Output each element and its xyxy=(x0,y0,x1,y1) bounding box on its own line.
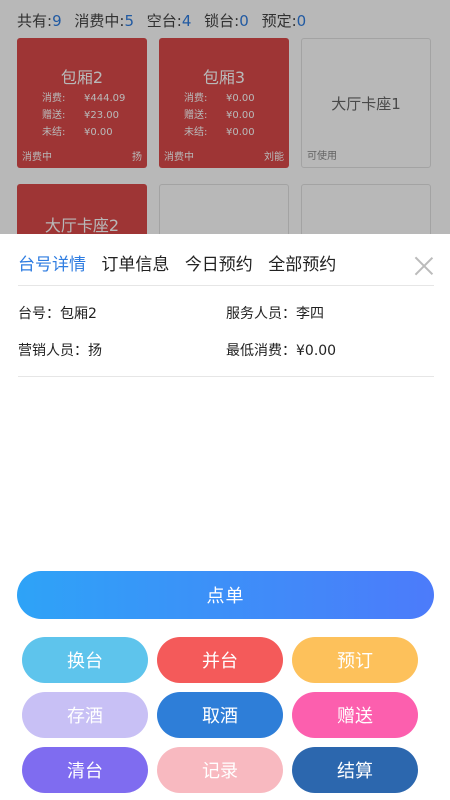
reserve-button[interactable]: 预订 xyxy=(292,637,418,683)
checkout-button[interactable]: 结算 xyxy=(292,747,418,793)
tab-order-info[interactable]: 订单信息 xyxy=(101,250,169,275)
table-detail-sheet: 台号详情 订单信息 今日预约 全部预约 台号：包厢2 服务人员：李四 营销人员：… xyxy=(0,234,450,800)
server-staff: 服务人员：李四 xyxy=(226,306,324,322)
marketing-staff: 营销人员：扬 xyxy=(18,343,102,359)
minimum-spend: 最低消费：¥0.00 xyxy=(226,343,337,359)
tab-table-details[interactable]: 台号详情 xyxy=(18,250,86,275)
change-table-button[interactable]: 换台 xyxy=(22,637,148,683)
records-button[interactable]: 记录 xyxy=(157,747,283,793)
gift-button[interactable]: 赠送 xyxy=(292,692,418,738)
detail-tabs: 台号详情 订单信息 今日预约 全部预约 xyxy=(18,250,346,275)
merge-table-button[interactable]: 并台 xyxy=(157,637,283,683)
store-wine-button[interactable]: 存酒 xyxy=(22,692,148,738)
divider xyxy=(18,285,434,286)
tab-all-reservations[interactable]: 全部预约 xyxy=(268,250,336,275)
table-number: 台号：包厢2 xyxy=(18,306,97,322)
modal-backdrop[interactable] xyxy=(0,0,450,234)
order-button[interactable]: 点单 xyxy=(17,571,434,619)
clear-table-button[interactable]: 清台 xyxy=(22,747,148,793)
take-wine-button[interactable]: 取酒 xyxy=(157,692,283,738)
tab-today-reservations[interactable]: 今日预约 xyxy=(185,250,253,275)
close-icon[interactable] xyxy=(414,256,434,276)
divider xyxy=(18,376,434,377)
